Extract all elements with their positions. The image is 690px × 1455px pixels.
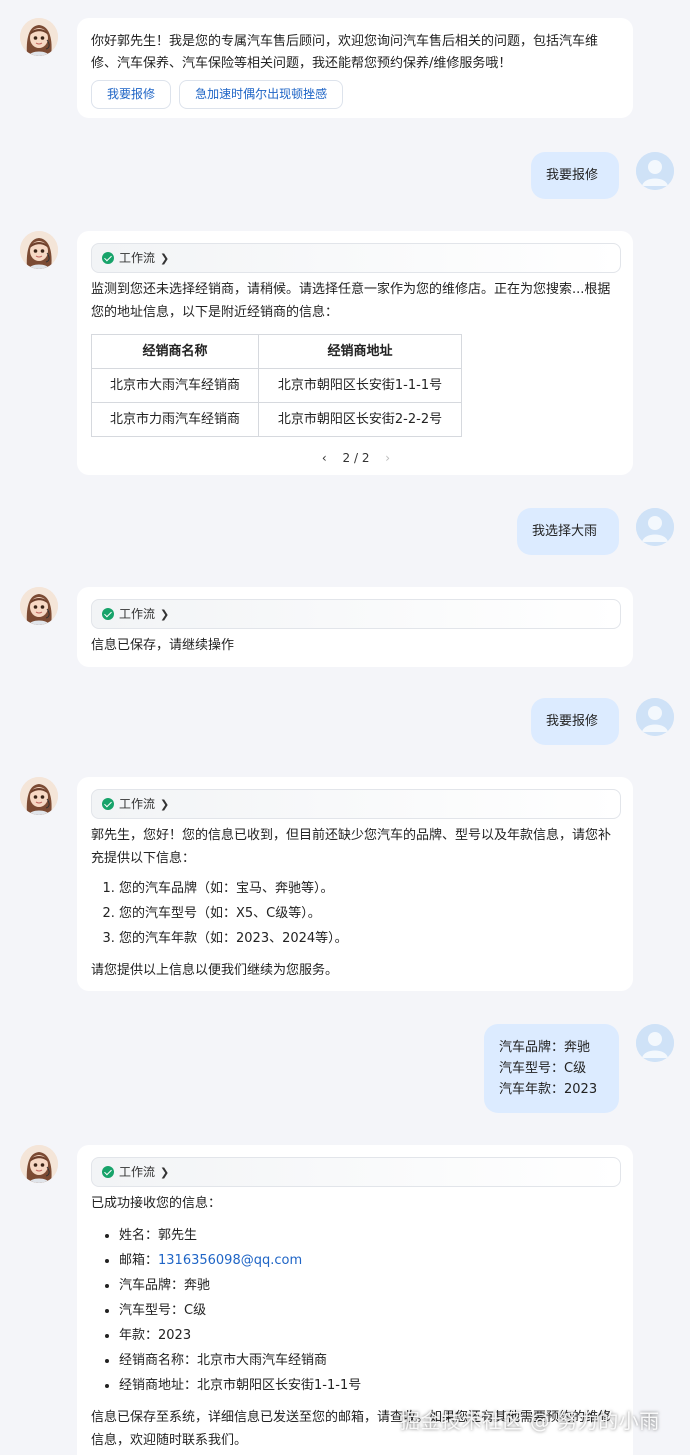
table-cell: 北京市力雨汽车经销商 <box>91 402 259 437</box>
request-intro-text: 郭先生，您好！您的信息已收到，但目前还缺少您汽车的品牌、型号以及年款信息，请您补… <box>91 828 612 866</box>
user-message: 我要报修 <box>531 152 619 199</box>
chat-page: 你好郭先生！我是您的专属汽车售后顾问，欢迎您询问汽车售后相关的问题，包括汽车维修… <box>0 0 690 1455</box>
item-label: 邮箱： <box>119 1253 159 1268</box>
item-label: 姓名： <box>119 1228 159 1243</box>
user-message: 我要报修 <box>531 698 619 745</box>
chevron-right-icon: ❯ <box>160 797 170 811</box>
chevron-right-icon: ❯ <box>160 607 170 621</box>
assistant-avatar <box>20 231 58 269</box>
list-item: 经销商名称：北京市大雨汽车经销商 <box>119 1348 621 1373</box>
confirm-list: 姓名：郭先生 邮箱：1316356098@qq.com 汽车品牌：奔驰 汽车型号… <box>91 1223 621 1398</box>
user-message: 我选择大雨 <box>517 508 619 555</box>
list-item: 邮箱：1316356098@qq.com <box>119 1248 621 1273</box>
workflow-toggle[interactable]: 工作流 ❯ <box>91 1157 621 1187</box>
chevron-right-icon[interactable]: › <box>385 451 390 465</box>
list-item: 经销商地址：北京市朝阳区长安街1-1-1号 <box>119 1373 621 1398</box>
chevron-right-icon: ❯ <box>160 251 170 265</box>
workflow-toggle[interactable]: 工作流 ❯ <box>91 243 621 273</box>
watermark: 掘金技术社区 @ 努力的小雨 <box>400 1409 660 1433</box>
user-line: 汽车型号：C级 <box>499 1061 587 1076</box>
table-cell: 北京市朝阳区长安街2-2-2号 <box>258 402 462 437</box>
item-value: 北京市大雨汽车经销商 <box>197 1353 328 1368</box>
welcome-message: 你好郭先生！我是您的专属汽车售后顾问，欢迎您询问汽车售后相关的问题，包括汽车维修… <box>77 18 633 118</box>
list-item: 汽车型号：C级 <box>119 1298 621 1323</box>
item-label: 经销商地址： <box>119 1378 198 1393</box>
item-label: 汽车型号： <box>119 1303 185 1318</box>
workflow-label: 工作流 <box>119 250 156 265</box>
table-row: 北京市力雨汽车经销商 北京市朝阳区长安街2-2-2号 <box>91 402 462 437</box>
welcome-text: 你好郭先生！我是您的专属汽车售后顾问，欢迎您询问汽车售后相关的问题，包括汽车维修… <box>91 34 599 71</box>
list-item: 您的汽车年款（如：2023、2024等）。 <box>119 926 621 951</box>
request-list: 您的汽车品牌（如：宝马、奔驰等）。 您的汽车型号（如：X5、C级等）。 您的汽车… <box>91 876 621 951</box>
table-cell: 北京市大雨汽车经销商 <box>91 368 259 403</box>
suggestion-chip-acceleration-issue[interactable]: 急加速时偶尔出现顿挫感 <box>179 80 344 109</box>
user-avatar <box>636 508 674 546</box>
assistant-avatar <box>20 1145 58 1183</box>
pagination: ‹ 2 / 2 › <box>91 447 621 470</box>
user-avatar <box>636 1024 674 1062</box>
suggestion-chips: 我要报修 急加速时偶尔出现顿挫感 <box>91 80 621 109</box>
table-cell: 北京市朝阳区长安街1-1-1号 <box>258 368 462 403</box>
check-circle-icon <box>102 608 114 620</box>
check-circle-icon <box>102 252 114 264</box>
item-value: C级 <box>184 1303 207 1318</box>
item-label: 经销商名称： <box>119 1353 198 1368</box>
item-value: 奔驰 <box>184 1278 211 1293</box>
table-header-row: 经销商名称 经销商地址 <box>91 334 462 369</box>
confirm-intro-text: 已成功接收您的信息： <box>91 1196 222 1211</box>
table-row: 北京市大雨汽车经销商 北京市朝阳区长安街1-1-1号 <box>91 368 462 403</box>
suggestion-chip-report-repair[interactable]: 我要报修 <box>91 80 172 109</box>
list-item: 汽车品牌：奔驰 <box>119 1273 621 1298</box>
table-header: 经销商地址 <box>258 334 462 369</box>
check-circle-icon <box>102 798 114 810</box>
workflow-label: 工作流 <box>119 796 156 811</box>
dealer-intro-text: 监测到您还未选择经销商，请稍候。请选择任意一家作为您的维修店。正在为您搜索...… <box>91 282 611 320</box>
table-header: 经销商名称 <box>91 334 259 369</box>
assistant-avatar <box>20 587 58 625</box>
request-outro-text: 请您提供以上信息以便我们继续为您服务。 <box>91 963 339 978</box>
dealer-table: 经销商名称 经销商地址 北京市大雨汽车经销商 北京市朝阳区长安街1-1-1号 北… <box>91 334 462 437</box>
list-item: 年款：2023 <box>119 1323 621 1348</box>
item-value: 郭先生 <box>158 1228 198 1243</box>
user-line: 汽车品牌：奔驰 <box>499 1040 591 1055</box>
assistant-message-dealers: 工作流 ❯ 监测到您还未选择经销商，请稍候。请选择任意一家作为您的维修店。正在为… <box>77 231 633 475</box>
workflow-label: 工作流 <box>119 1164 156 1179</box>
check-circle-icon <box>102 1166 114 1178</box>
workflow-toggle[interactable]: 工作流 ❯ <box>91 599 621 629</box>
assistant-message-saved: 工作流 ❯ 信息已保存，请继续操作 <box>77 587 633 667</box>
list-item: 姓名：郭先生 <box>119 1223 621 1248</box>
item-value: 2023 <box>158 1328 192 1343</box>
user-line: 汽车年款：2023 <box>499 1082 598 1097</box>
assistant-avatar <box>20 777 58 815</box>
page-indicator: 2 / 2 <box>342 451 370 465</box>
item-label: 汽车品牌： <box>119 1278 185 1293</box>
chevron-right-icon: ❯ <box>160 1165 170 1179</box>
assistant-message-request-info: 工作流 ❯ 郭先生，您好！您的信息已收到，但目前还缺少您汽车的品牌、型号以及年款… <box>77 777 633 991</box>
email-link[interactable]: 1316356098@qq.com <box>158 1253 302 1268</box>
list-item: 您的汽车品牌（如：宝马、奔驰等）。 <box>119 876 621 901</box>
list-item: 您的汽车型号（如：X5、C级等）。 <box>119 901 621 926</box>
workflow-label: 工作流 <box>119 606 156 621</box>
item-value: 北京市朝阳区长安街1-1-1号 <box>197 1378 362 1393</box>
user-avatar <box>636 698 674 736</box>
saved-text: 信息已保存，请继续操作 <box>91 638 235 653</box>
assistant-avatar <box>20 18 58 56</box>
chevron-left-icon[interactable]: ‹ <box>322 451 327 465</box>
workflow-toggle[interactable]: 工作流 ❯ <box>91 789 621 819</box>
user-avatar <box>636 152 674 190</box>
item-label: 年款： <box>119 1328 159 1343</box>
user-message-car-info: 汽车品牌：奔驰 汽车型号：C级 汽车年款：2023 <box>484 1024 619 1113</box>
